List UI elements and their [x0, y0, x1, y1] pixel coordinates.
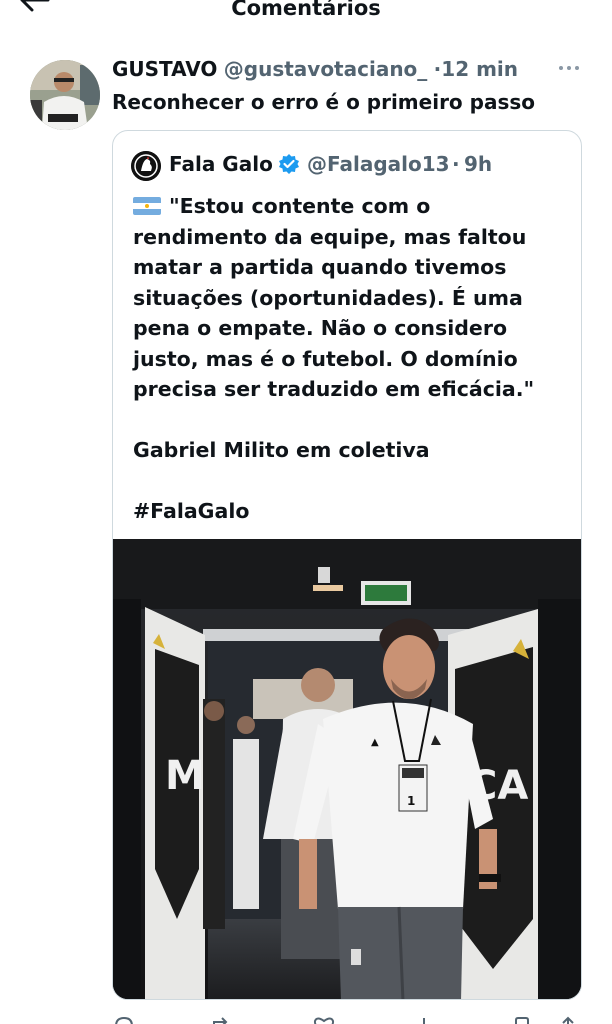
top-bar: Comentários — [0, 0, 612, 40]
quoted-line: pena o empate. Não o considero — [133, 316, 508, 340]
more-icon[interactable] — [558, 64, 580, 72]
quoted-time: 9h — [464, 152, 493, 176]
quoted-line: matar a partida quando tivemos — [133, 255, 507, 279]
attached-photo[interactable]: M CA 1 ▲ — [113, 539, 581, 999]
like-icon[interactable] — [312, 1014, 336, 1024]
svg-text:▲: ▲ — [371, 737, 379, 748]
svg-text:M: M — [165, 753, 205, 799]
quoted-name[interactable]: Fala Galo — [169, 152, 273, 176]
separator-dot: · — [452, 152, 460, 176]
share-icon[interactable] — [556, 1014, 580, 1024]
user-avatar[interactable] — [30, 60, 100, 130]
verified-badge-icon — [279, 154, 299, 174]
author-handle[interactable]: @gustavotaciano_ — [224, 57, 428, 81]
retweet-icon[interactable] — [210, 1014, 234, 1024]
quoted-avatar[interactable] — [131, 151, 161, 181]
comment-meta: GUSTAVO @gustavotaciano_ ·12 min — [112, 57, 518, 81]
bookmark-icon[interactable] — [510, 1014, 534, 1024]
attribution: Gabriel Milito em coletiva — [133, 438, 430, 462]
quoted-line: rendimento da equipe, mas faltou — [133, 224, 527, 249]
quoted-line-text: "Estou contente com o — [169, 194, 431, 218]
quoted-line: precisa ser traduzido em eficácia." — [133, 377, 535, 401]
quoted-line: situações (oportunidades). É uma — [133, 285, 523, 310]
views-icon[interactable] — [412, 1014, 436, 1024]
author-name[interactable]: GUSTAVO — [112, 57, 217, 81]
argentina-flag-icon — [133, 197, 161, 215]
quoted-text: "Estou contente com o rendimento da equi… — [133, 191, 573, 527]
reply-icon[interactable] — [112, 1014, 136, 1024]
quoted-line: justo, mas é o futebol. O domínio — [133, 346, 518, 371]
comment-text: Reconhecer o erro é o primeiro passo — [112, 90, 535, 114]
hashtag-link[interactable]: #FalaGalo — [133, 496, 573, 527]
comment-time: 12 min — [441, 57, 519, 81]
quoted-handle[interactable]: @Falagalo13 — [307, 152, 450, 176]
action-bar — [0, 1010, 612, 1024]
page-title: Comentários — [231, 0, 381, 20]
svg-text:1: 1 — [407, 794, 415, 808]
quoted-line: "Estou contente com o — [133, 191, 573, 222]
quoted-tweet[interactable]: Fala Galo @Falagalo13 · 9h "Estou conten… — [112, 130, 582, 1000]
